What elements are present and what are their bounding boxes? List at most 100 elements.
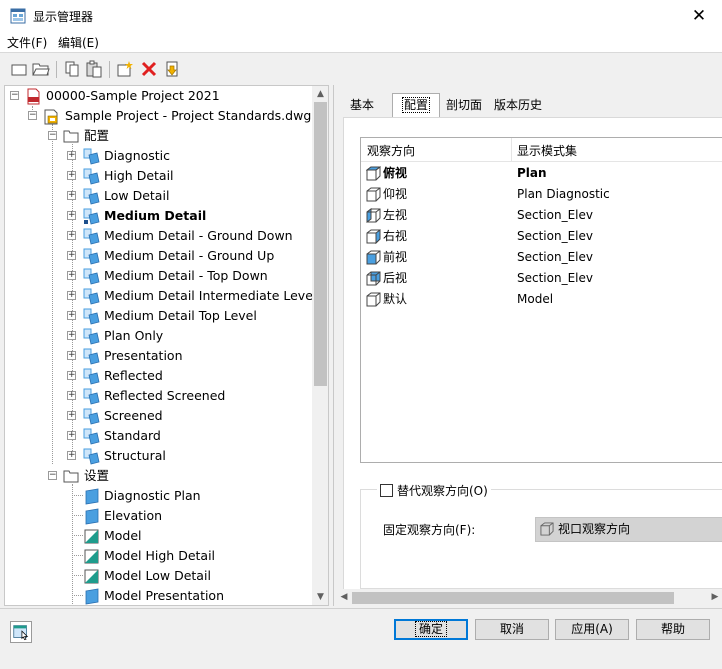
list-row[interactable]: 前视 Section_Elev [361, 247, 722, 268]
title-bar: 显示管理器 ✕ [0, 0, 722, 32]
collapse-toggle[interactable]: − [48, 131, 57, 140]
tree-item-drawing[interactable]: − Sample Project - Project Standards.dwg [5, 106, 311, 126]
scroll-right-icon[interactable]: ▶ [707, 589, 722, 606]
purge-icon[interactable] [163, 60, 181, 78]
scroll-down-icon[interactable]: ▼ [312, 589, 328, 605]
open-folder-icon[interactable] [32, 60, 50, 78]
tree-item-configuration[interactable]: + Diagnostic [5, 146, 310, 166]
list-row[interactable]: 右视 Section_Elev [361, 226, 722, 247]
expand-toggle[interactable]: + [67, 351, 76, 360]
tree-item-configuration[interactable]: + Plan Only [5, 326, 310, 346]
expand-toggle[interactable]: + [67, 291, 76, 300]
scroll-up-icon[interactable]: ▲ [312, 86, 328, 102]
list-row[interactable]: 默认 Model [361, 289, 722, 310]
menu-file[interactable]: 文件(F) [7, 34, 47, 51]
new-item-icon[interactable] [116, 60, 134, 78]
cancel-button[interactable]: 取消 [475, 619, 549, 640]
scrollbar-thumb[interactable] [314, 102, 327, 386]
tree-label: Medium Detail Top Level [104, 308, 257, 323]
tree-item-display-set[interactable]: Elevation [5, 506, 310, 526]
tab-section-plane[interactable]: 剖切面 [442, 94, 486, 116]
current-configuration-icon [83, 208, 100, 225]
tree-item-display-set[interactable]: Model [5, 526, 310, 546]
tab-configuration[interactable]: 配置 [392, 93, 440, 118]
tree-item-configuration[interactable]: + Standard [5, 426, 310, 446]
context-help-icon[interactable] [10, 621, 32, 643]
tree-item-configuration[interactable]: + Medium Detail - Top Down [5, 266, 310, 286]
tree-folder-sets[interactable]: − 设置 [5, 466, 310, 486]
expand-toggle[interactable]: + [67, 231, 76, 240]
help-button[interactable]: 帮助 [636, 619, 710, 640]
override-view-group: 替代观察方向(O) 固定观察方向(F): 视口观察方向 [360, 482, 722, 589]
expand-toggle[interactable]: + [67, 391, 76, 400]
tree-vertical-scrollbar[interactable]: ▲ ▼ [312, 86, 328, 605]
tree-item-configuration[interactable]: + Reflected Screened [5, 386, 310, 406]
tree-item-project[interactable]: − 00000-Sample Project 2021 [5, 86, 310, 106]
collapse-toggle[interactable]: − [48, 471, 57, 480]
paste-icon[interactable] [85, 60, 103, 78]
expand-toggle[interactable]: + [67, 151, 76, 160]
expand-toggle[interactable]: + [67, 191, 76, 200]
ok-button[interactable]: 确定 [394, 619, 468, 640]
checkbox-box[interactable] [380, 484, 393, 497]
tab-content: 观察方向 显示模式集 俯视 Plan 仰视 Plan Diagnostic 左视… [343, 117, 722, 594]
tree-panel[interactable]: − 00000-Sample Project 2021 − Sample Pro… [4, 85, 329, 606]
tab-version-history[interactable]: 版本历史 [489, 94, 547, 116]
tree-item-display-set[interactable]: Model Low Detail [5, 566, 310, 586]
collapse-toggle[interactable]: − [10, 91, 19, 100]
tree-item-configuration[interactable]: + Screened [5, 406, 310, 426]
tree-item-configuration[interactable]: + Structural [5, 446, 310, 466]
tree-item-configuration[interactable]: + Medium Detail - Ground Down [5, 226, 310, 246]
expand-toggle[interactable]: + [67, 311, 76, 320]
list-row[interactable]: 仰视 Plan Diagnostic [361, 184, 722, 205]
expand-toggle[interactable]: + [67, 451, 76, 460]
delete-icon[interactable] [140, 60, 158, 78]
configuration-icon [83, 148, 100, 165]
expand-toggle[interactable]: + [67, 331, 76, 340]
apply-button[interactable]: 应用(A) [555, 619, 629, 640]
view-direction-list[interactable]: 观察方向 显示模式集 俯视 Plan 仰视 Plan Diagnostic 左视… [360, 137, 722, 463]
checkbox-label: 替代观察方向(O) [397, 484, 488, 498]
scroll-left-icon[interactable]: ◀ [336, 589, 352, 606]
scrollbar-thumb[interactable] [352, 592, 674, 604]
close-button[interactable]: ✕ [676, 0, 722, 32]
tree-item-configuration[interactable]: + Medium Detail - Ground Up [5, 246, 310, 266]
column-view-direction[interactable]: 观察方向 [367, 142, 415, 159]
view-bottom-icon [366, 187, 381, 202]
expand-toggle[interactable]: + [67, 371, 76, 380]
tab-general[interactable]: 基本 [344, 94, 380, 116]
toolbar [0, 52, 722, 85]
tree-item-display-set[interactable]: Diagnostic Plan [5, 486, 310, 506]
expand-toggle[interactable]: + [67, 171, 76, 180]
column-display-set[interactable]: 显示模式集 [517, 142, 577, 159]
tree-item-configuration-current[interactable]: + Medium Detail [5, 206, 310, 226]
tree-item-configuration[interactable]: + Medium Detail Top Level [5, 306, 310, 326]
configuration-icon [83, 408, 100, 425]
tree-folder-config[interactable]: − 配置 [5, 126, 310, 146]
configuration-icon [83, 168, 100, 185]
new-file-icon[interactable] [10, 60, 28, 78]
collapse-toggle[interactable]: − [28, 111, 37, 120]
copy-icon[interactable] [63, 60, 81, 78]
list-row[interactable]: 后视 Section_Elev [361, 268, 722, 289]
tree-item-display-set[interactable]: Model High Detail [5, 546, 310, 566]
tree-item-configuration[interactable]: + High Detail [5, 166, 310, 186]
tree-item-configuration[interactable]: + Presentation [5, 346, 310, 366]
menu-edit[interactable]: 编辑(E) [58, 34, 99, 51]
properties-horizontal-scrollbar[interactable]: ◀ ▶ [336, 589, 722, 606]
tree-item-configuration[interactable]: + Medium Detail Intermediate Level [5, 286, 316, 306]
expand-toggle[interactable]: + [67, 431, 76, 440]
list-row[interactable]: 俯视 Plan [361, 163, 722, 184]
expand-toggle[interactable]: + [67, 211, 76, 220]
tree-item-display-set[interactable]: Model Presentation [5, 586, 310, 605]
tree-item-configuration[interactable]: + Low Detail [5, 186, 310, 206]
expand-toggle[interactable]: + [67, 411, 76, 420]
tree-item-configuration[interactable]: + Reflected [5, 366, 310, 386]
list-row[interactable]: 左视 Section_Elev [361, 205, 722, 226]
configuration-icon [83, 348, 100, 365]
expand-toggle[interactable]: + [67, 271, 76, 280]
view-left-icon [366, 208, 381, 223]
override-view-direction-checkbox[interactable]: 替代观察方向(O) [377, 482, 491, 499]
expand-toggle[interactable]: + [67, 251, 76, 260]
display-set-name: Section_Elev [517, 229, 593, 243]
